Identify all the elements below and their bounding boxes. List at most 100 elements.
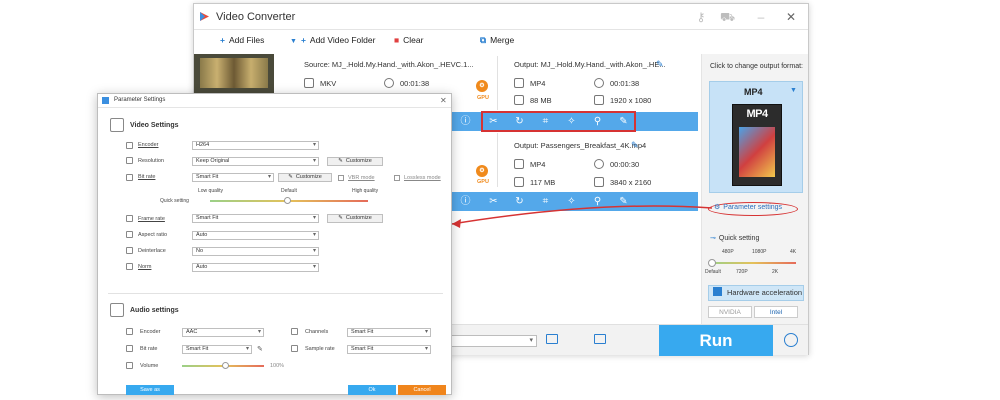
pencil-icon: ✎ — [338, 158, 343, 164]
lossless-mode-checkbox[interactable] — [394, 175, 400, 181]
add-folder-button[interactable]: ▼ + Add Video Folder — [290, 35, 375, 45]
vbr-mode-checkbox[interactable] — [338, 175, 344, 181]
nvidia-toggle[interactable]: NVIDIA — [708, 306, 752, 318]
folder-icon — [514, 177, 524, 187]
watermark-icon[interactable]: ⚲ — [592, 196, 603, 207]
output-format-panel: Click to change output format: MP4 ▼ MP4… — [701, 54, 808, 324]
dropdown-arrow-icon: ▼ — [290, 38, 297, 45]
save-as-button[interactable]: Save as — [126, 385, 174, 395]
deinterlace-select[interactable]: No — [192, 247, 319, 256]
add-files-button[interactable]: + Add Files — [220, 35, 264, 45]
trash-icon: ■ — [394, 35, 400, 45]
clear-button[interactable]: ■ Clear — [394, 35, 423, 45]
rotate-icon[interactable]: ↻ — [514, 196, 525, 207]
aspect-ratio-icon — [126, 231, 133, 238]
edit-output-icon[interactable]: ✎ — [631, 140, 639, 151]
volume-slider-handle[interactable] — [222, 362, 229, 369]
aspect-ratio-select[interactable]: Auto — [192, 231, 319, 240]
channels-icon — [291, 328, 298, 335]
effects-icon[interactable]: ✧ — [566, 196, 577, 207]
source-duration: 00:01:38 — [384, 78, 429, 88]
close-icon[interactable]: ✕ — [784, 10, 798, 24]
output-folder-dropdown[interactable]: ▾ — [449, 335, 537, 347]
high-quality-label: High quality — [352, 188, 379, 194]
pencil-icon[interactable]: ✎ — [257, 345, 263, 353]
hardware-acceleration-button[interactable]: Hardware acceleration — [708, 285, 804, 301]
info-icon[interactable]: ⓘ — [460, 196, 471, 207]
channels-select[interactable]: Smart Fit — [347, 328, 431, 337]
resolution-customize-button[interactable]: ✎ Customize — [327, 157, 383, 166]
cancel-button[interactable]: Cancel — [398, 385, 446, 395]
slider-icon: ⊸ — [710, 235, 716, 242]
frame-rate-label: Frame rate — [138, 216, 165, 222]
parameter-settings-button[interactable]: ⚙ Parameter settings — [714, 203, 782, 211]
output-name: Output: MJ_.Hold.My.Hand._with.Akon_.HE.… — [514, 60, 666, 69]
gpu-badge-icon: ⚙ — [476, 80, 488, 92]
close-icon[interactable]: ✕ — [440, 96, 447, 105]
intel-toggle[interactable]: Intel — [754, 306, 798, 318]
frame-rate-select[interactable]: Smart Fit — [192, 214, 319, 223]
ok-button[interactable]: Ok — [348, 385, 396, 395]
channels-label: Channels — [305, 329, 329, 335]
output-size: 117 MB — [514, 177, 555, 187]
quality-slider-handle[interactable] — [708, 259, 716, 267]
open-folder-icon[interactable] — [594, 334, 606, 344]
edit-output-icon[interactable]: ✎ — [656, 59, 664, 70]
pencil-icon: ✎ — [288, 174, 293, 180]
bitrate-select[interactable]: Smart Fit — [192, 173, 274, 182]
audio-bitrate-select[interactable]: Smart Fit — [182, 345, 252, 354]
crop-icon[interactable]: ⌗ — [540, 196, 551, 207]
video-settings-icon — [110, 118, 124, 132]
quality-slider[interactable] — [710, 262, 796, 264]
file-icon — [514, 159, 524, 169]
dialog-title-bar: Parameter Settings ✕ — [98, 94, 451, 108]
frame-rate-customize-button[interactable]: ✎ Customize — [327, 214, 383, 223]
subtitle-icon[interactable]: ✎ — [618, 196, 629, 207]
cart-icon[interactable]: ⛟ — [720, 10, 735, 24]
parameter-settings-dialog: Parameter Settings ✕ Video Settings Enco… — [97, 93, 452, 395]
quality-slider-handle[interactable] — [284, 197, 291, 204]
pencil-icon: ✎ — [338, 215, 343, 221]
chevron-down-icon: ▼ — [790, 87, 797, 94]
gpu-label: GPU — [477, 179, 489, 185]
clock-icon — [594, 78, 604, 88]
scissors-icon[interactable]: ✂ — [488, 196, 499, 207]
quick-setting-label: Quick setting — [160, 198, 189, 204]
low-quality-label: Low quality — [198, 188, 224, 194]
frame-rate-icon — [126, 215, 133, 222]
output-duration: 00:01:38 — [594, 78, 639, 88]
resolution-label: Resolution — [138, 158, 164, 164]
lossless-mode-label: Lossless mode — [404, 175, 441, 181]
minimize-icon[interactable]: – — [754, 10, 768, 24]
sample-rate-label: Sample rate — [305, 346, 335, 352]
merge-button[interactable]: ⧉ Merge — [480, 35, 514, 46]
folder-icon[interactable] — [546, 334, 558, 344]
resolution-select[interactable]: Keep Original — [192, 157, 319, 166]
output-resolution: 1920 x 1080 — [594, 95, 651, 105]
format-selector[interactable]: MP4 ▼ MP4 — [709, 81, 803, 193]
alarm-clock-icon[interactable] — [784, 333, 798, 347]
dialog-title: Parameter Settings — [114, 97, 166, 103]
info-icon[interactable]: ⓘ — [460, 116, 471, 127]
norm-select[interactable]: Auto — [192, 263, 319, 272]
file-icon — [514, 78, 524, 88]
merge-icon: ⧉ — [480, 35, 487, 45]
run-button[interactable]: Run — [659, 325, 773, 356]
audio-encoder-icon — [126, 328, 133, 335]
audio-encoder-select[interactable]: AAC — [182, 328, 264, 337]
bitrate-customize-button[interactable]: ✎ Customize — [278, 173, 332, 182]
chip-icon — [713, 287, 722, 296]
sample-rate-select[interactable]: Smart Fit — [347, 345, 431, 354]
key-icon[interactable]: ⚷ — [694, 10, 708, 24]
resolution-icon — [126, 157, 133, 164]
clock-icon — [384, 78, 394, 88]
audio-bitrate-icon — [126, 345, 133, 352]
section-divider — [108, 293, 443, 294]
bitrate-label: Bit rate — [138, 174, 156, 180]
chevron-down-icon: ▾ — [529, 337, 533, 344]
default-quality-label: Default — [281, 188, 297, 194]
encoder-select[interactable]: H264 — [192, 141, 319, 150]
audio-encoder-label: Encoder — [140, 329, 161, 335]
source-name: Source: MJ_.Hold.My.Hand._with.Akon_.HEV… — [304, 60, 474, 69]
output-resolution: 3840 x 2160 — [594, 177, 651, 187]
